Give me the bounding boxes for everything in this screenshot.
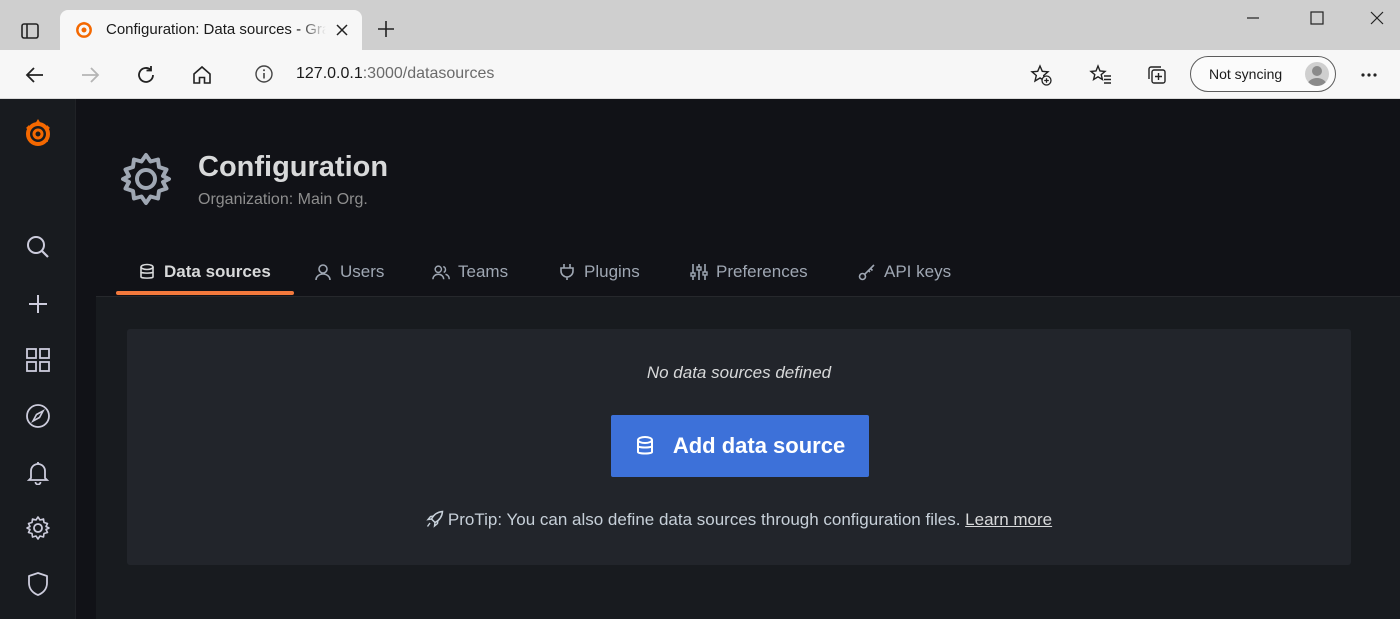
arrow-right-icon <box>82 67 100 83</box>
favorites-button[interactable] <box>1084 58 1118 92</box>
add-favorite-button[interactable] <box>1024 58 1058 92</box>
add-data-source-button[interactable]: Add data source <box>611 415 869 477</box>
tab-label: Users <box>340 262 385 281</box>
close-icon <box>1370 11 1384 25</box>
side-menu <box>0 99 76 619</box>
tab-label: API keys <box>884 262 952 281</box>
refresh-icon <box>138 66 154 83</box>
tab-preferences[interactable]: Preferences <box>690 253 808 297</box>
more-icon <box>1361 73 1377 77</box>
home-button[interactable] <box>185 58 219 92</box>
grafana-app: Configuration Organization: Main Org. Da… <box>0 99 1400 619</box>
info-icon <box>255 65 273 83</box>
sidemenu-server-admin[interactable] <box>22 568 54 600</box>
sidemenu-create[interactable] <box>22 288 54 320</box>
sidemenu-dashboards[interactable] <box>22 344 54 376</box>
shield-icon <box>28 572 48 596</box>
url-text[interactable]: 127.0.0.1:3000/datasources <box>296 65 494 83</box>
users-icon <box>432 263 450 281</box>
tab-label: Teams <box>458 262 509 281</box>
plus-icon <box>378 21 394 37</box>
refresh-button[interactable] <box>129 58 163 92</box>
cog-icon <box>26 516 50 540</box>
arrow-left-icon <box>25 67 43 83</box>
tab-users[interactable]: Users <box>314 253 384 297</box>
url-host: 127.0.0.1 <box>296 65 363 82</box>
url-path: :3000/datasources <box>362 65 495 82</box>
close-icon <box>336 24 348 36</box>
grafana-home-logo[interactable] <box>20 115 56 151</box>
user-avatar-icon <box>1307 66 1327 86</box>
site-info-button[interactable] <box>254 64 274 84</box>
browser-tab-active[interactable]: Configuration: Data sources - Grafana <box>60 10 362 50</box>
key-icon <box>858 263 876 281</box>
more-options-button[interactable] <box>1352 58 1386 92</box>
tab-title: Configuration: Data sources - Grafana <box>106 21 326 38</box>
search-icon <box>27 236 49 258</box>
collections-button[interactable] <box>1140 58 1174 92</box>
tab-api-keys[interactable]: API keys <box>858 253 951 297</box>
sync-status-label: Not syncing <box>1209 66 1283 82</box>
plug-icon <box>558 263 576 281</box>
tab-label: Preferences <box>716 262 808 281</box>
plus-icon <box>29 295 47 313</box>
add-data-source-label: Add data source <box>672 433 846 458</box>
minimize-icon <box>1247 17 1259 19</box>
protip: ProTip: You can also define data sources… <box>127 510 1351 530</box>
tab-actions-icon <box>21 23 39 39</box>
protip-text: ProTip: You can also define data sources… <box>447 510 961 529</box>
page-content: No data sources defined Add data source … <box>96 296 1400 619</box>
maximize-button[interactable] <box>1294 5 1340 31</box>
tab-plugins[interactable]: Plugins <box>558 253 640 297</box>
minimize-button[interactable] <box>1230 5 1276 31</box>
sidemenu-search[interactable] <box>22 231 54 263</box>
grafana-logo-icon <box>26 119 50 146</box>
address-bar[interactable]: 127.0.0.1:3000/datasources <box>238 55 1074 93</box>
tab-label: Plugins <box>584 262 640 281</box>
empty-state-title: No data sources defined <box>646 363 832 382</box>
cog-icon <box>121 153 171 205</box>
tab-label: Data sources <box>164 262 271 281</box>
sliders-icon <box>690 263 708 281</box>
sidemenu-explore[interactable] <box>22 400 54 432</box>
home-icon <box>193 65 211 84</box>
favorites-icon <box>1089 64 1111 84</box>
user-icon <box>314 263 332 281</box>
sidemenu-alerting[interactable] <box>22 456 54 488</box>
tab-actions-button[interactable] <box>14 15 46 47</box>
bell-icon <box>26 462 50 485</box>
window-close-button[interactable] <box>1354 5 1400 31</box>
new-tab-button[interactable] <box>372 15 400 43</box>
tab-teams[interactable]: Teams <box>432 253 508 297</box>
maximize-icon <box>1310 11 1324 25</box>
back-button[interactable] <box>18 58 52 92</box>
empty-list-card: No data sources defined Add data source … <box>127 329 1351 565</box>
star-plus-icon <box>1030 64 1052 86</box>
collections-icon <box>1148 66 1166 84</box>
apps-icon <box>26 348 50 372</box>
database-icon <box>636 436 653 455</box>
grafana-logo-icon <box>76 21 92 38</box>
tab-close-button[interactable] <box>332 20 352 40</box>
learn-more-link[interactable]: Learn more <box>965 510 1052 529</box>
database-icon <box>138 263 156 281</box>
avatar <box>1305 62 1329 86</box>
browser-toolbar: 127.0.0.1:3000/datasources Not syncing <box>0 50 1400 99</box>
active-tab-indicator <box>116 291 294 295</box>
sidemenu-configuration[interactable] <box>22 512 54 544</box>
forward-button[interactable] <box>73 58 107 92</box>
browser-tabstrip: Configuration: Data sources - Grafana <box>0 0 1400 50</box>
page-subtitle: Organization: Main Org. <box>198 191 368 208</box>
page-title: Configuration <box>198 151 389 183</box>
compass-icon <box>26 404 50 428</box>
profile-sync-button[interactable]: Not syncing <box>1190 56 1336 92</box>
rocket-icon <box>426 510 444 528</box>
